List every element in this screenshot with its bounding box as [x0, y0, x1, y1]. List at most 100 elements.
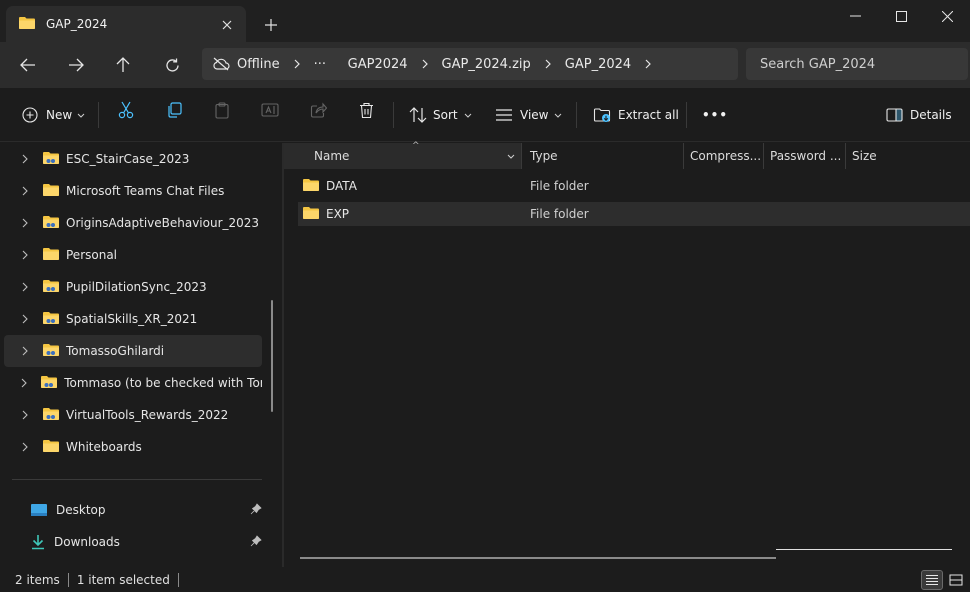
- chevron-down-icon: [554, 113, 562, 118]
- refresh-icon[interactable]: [157, 50, 187, 80]
- navigation-bar: Offline ··· GAP2024 GAP_2024.zip GAP_202…: [0, 42, 970, 88]
- selection-count: 1 item selected: [76, 572, 170, 587]
- view-button[interactable]: View: [494, 100, 562, 130]
- shared-folder-icon: [40, 375, 58, 392]
- breadcrumb-offline[interactable]: Offline: [237, 57, 280, 72]
- sidebar-item-personal[interactable]: Personal: [4, 239, 262, 271]
- pin-icon[interactable]: [250, 535, 262, 550]
- folder-icon: [302, 178, 320, 195]
- sidebar-item-label: Microsoft Teams Chat Files: [66, 184, 225, 198]
- extract-all-button[interactable]: Extract all: [592, 100, 679, 130]
- column-header-label: Size: [852, 149, 877, 163]
- sidebar-item-whiteboards[interactable]: Whiteboards: [4, 431, 262, 463]
- column-header-type[interactable]: Type: [524, 143, 684, 169]
- delete-icon[interactable]: [355, 100, 377, 120]
- sort-ascending-icon: ^: [412, 141, 420, 151]
- details-pane-icon: [884, 105, 904, 125]
- new-button[interactable]: New: [20, 100, 85, 130]
- column-header-label: Password ...: [770, 149, 842, 163]
- pin-icon[interactable]: [250, 503, 262, 518]
- breadcrumb-gap2024[interactable]: GAP2024: [348, 57, 408, 72]
- shared-folder-icon: [42, 311, 60, 328]
- details-button[interactable]: Details: [884, 100, 952, 130]
- close-icon[interactable]: [216, 14, 238, 36]
- chevron-right-icon[interactable]: [280, 59, 314, 69]
- sidebar-item-esc-staircase[interactable]: ESC_StairCase_2023: [4, 143, 262, 175]
- chevron-right-icon[interactable]: [18, 346, 32, 356]
- details-view-icon[interactable]: [921, 570, 943, 590]
- breadcrumb-gap-2024[interactable]: GAP_2024: [565, 57, 631, 72]
- column-header-label: Name: [314, 149, 350, 163]
- sidebar-item-label: VirtualTools_Rewards_2022: [66, 408, 229, 422]
- sidebar-item-label: Tommaso (to be checked with Tomma: [64, 376, 262, 390]
- chevron-right-icon[interactable]: [18, 282, 32, 292]
- sidebar-item-pupil-dilation[interactable]: PupilDilationSync_2023: [4, 271, 262, 303]
- details-label: Details: [910, 108, 952, 122]
- back-arrow-icon[interactable]: [13, 50, 43, 80]
- chevron-right-icon[interactable]: [18, 218, 32, 228]
- sort-icon: [408, 105, 428, 125]
- sidebar-item-label: Whiteboards: [66, 440, 142, 454]
- sidebar-item-tommaso-to-be-checked[interactable]: Tommaso (to be checked with Tomma: [4, 367, 262, 399]
- search-input[interactable]: Search GAP_2024: [746, 48, 968, 80]
- file-row-data[interactable]: DATA File folder: [298, 174, 970, 198]
- view-label: View: [520, 108, 549, 122]
- sidebar-item-origins-adaptive[interactable]: OriginsAdaptiveBehaviour_2023: [4, 207, 262, 239]
- plus-icon[interactable]: [258, 12, 284, 38]
- sidebar-item-teams-chat-files[interactable]: Microsoft Teams Chat Files: [4, 175, 262, 207]
- chevron-right-icon[interactable]: [631, 59, 665, 69]
- chevron-right-icon[interactable]: [18, 410, 32, 420]
- column-header-compressed[interactable]: Compress...: [684, 143, 764, 169]
- file-type: File folder: [530, 179, 589, 193]
- chevron-right-icon[interactable]: [18, 378, 30, 388]
- address-bar[interactable]: Offline ··· GAP2024 GAP_2024.zip GAP_202…: [202, 48, 738, 80]
- window-close-icon[interactable]: [924, 0, 970, 32]
- copy-icon[interactable]: [163, 100, 185, 120]
- chevron-right-icon[interactable]: [531, 59, 565, 69]
- shared-folder-icon: [42, 151, 60, 168]
- cut-icon[interactable]: [115, 100, 137, 120]
- item-count: 2 items: [15, 572, 60, 587]
- command-bar: New Sort View Extract all ••• Details: [0, 88, 970, 142]
- forward-arrow-icon[interactable]: [61, 50, 91, 80]
- sidebar-item-spatial-skills[interactable]: SpatialSkills_XR_2021: [4, 303, 262, 335]
- sidebar-item-virtual-tools[interactable]: VirtualTools_Rewards_2022: [4, 399, 262, 431]
- more-options-icon[interactable]: •••: [702, 100, 728, 130]
- column-header-name[interactable]: ^ Name: [284, 141, 522, 169]
- chevron-down-icon[interactable]: [507, 154, 515, 159]
- column-header-label: Compress...: [690, 149, 762, 163]
- sidebar-scrollbar[interactable]: [271, 300, 273, 412]
- sidebar-item-downloads[interactable]: Downloads: [30, 527, 266, 557]
- new-label: New: [46, 108, 73, 122]
- horizontal-scrollbar[interactable]: [300, 557, 776, 559]
- tab-title: GAP_2024: [46, 17, 108, 31]
- chevron-right-icon[interactable]: [18, 154, 32, 164]
- column-header-size[interactable]: Size: [846, 143, 970, 169]
- file-row-exp[interactable]: EXP File folder: [298, 202, 970, 226]
- file-list: ^ Name Type Compress... Password ... Siz…: [284, 141, 970, 567]
- share-icon[interactable]: [307, 100, 329, 120]
- maximize-icon[interactable]: [878, 0, 924, 32]
- tab-gap-2024[interactable]: GAP_2024: [6, 6, 246, 42]
- sidebar-item-tomasso-ghilardi[interactable]: TomassoGhilardi: [4, 335, 262, 367]
- minimize-icon[interactable]: [832, 0, 878, 32]
- file-type: File folder: [530, 207, 589, 221]
- up-arrow-icon[interactable]: [108, 50, 138, 80]
- breadcrumb-overflow[interactable]: ···: [314, 57, 348, 72]
- sidebar-item-desktop[interactable]: Desktop: [30, 495, 266, 525]
- chevron-down-icon: [77, 113, 85, 118]
- chevron-right-icon[interactable]: [408, 59, 442, 69]
- sort-button[interactable]: Sort: [408, 100, 472, 130]
- sidebar-item-label: OriginsAdaptiveBehaviour_2023: [66, 216, 260, 230]
- chevron-right-icon[interactable]: [18, 250, 32, 260]
- chevron-right-icon[interactable]: [18, 186, 32, 196]
- shared-folder-icon: [42, 343, 60, 360]
- paste-icon[interactable]: [211, 100, 233, 120]
- chevron-right-icon[interactable]: [18, 442, 32, 452]
- column-header-password[interactable]: Password ...: [764, 143, 846, 169]
- sidebar-item-label: PupilDilationSync_2023: [66, 280, 207, 294]
- breadcrumb-gap-2024-zip[interactable]: GAP_2024.zip: [442, 57, 531, 72]
- rename-icon[interactable]: [259, 100, 281, 120]
- chevron-right-icon[interactable]: [18, 314, 32, 324]
- tiles-view-icon[interactable]: [945, 570, 967, 590]
